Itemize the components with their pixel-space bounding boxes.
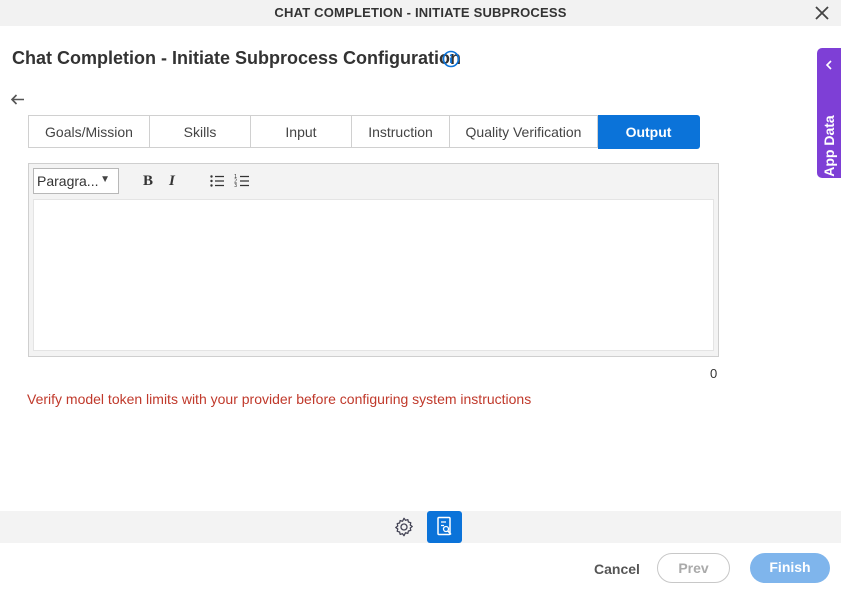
svg-text:3: 3 [234,183,237,189]
tab-input[interactable]: Input [251,115,352,148]
gear-icon[interactable] [393,516,415,538]
character-count: 0 [710,366,718,381]
page-title: Chat Completion - Initiate Subprocess Co… [12,48,462,68]
numbered-list-icon[interactable]: 1 2 3 [234,173,250,189]
finish-button[interactable]: Finish [750,553,830,583]
tab-output[interactable]: Output [598,115,700,149]
app-data-panel-toggle[interactable]: App Data [817,48,841,178]
title-bar: CHAT COMPLETION - INITIATE SUBPROCESS [0,0,841,26]
token-limit-warning: Verify model token limits with your prov… [27,391,532,407]
prev-button[interactable]: Prev [657,553,730,583]
window-title: CHAT COMPLETION - INITIATE SUBPROCESS [274,5,567,20]
editor-toolbar: Paragra... ▼ B I 1 2 3 [29,164,718,197]
paragraph-format-select[interactable]: Paragra... ▼ [33,168,119,194]
tab-bar: Goals/Mission Skills Input Instruction Q… [28,115,700,149]
app-data-label: App Data [821,115,837,177]
document-view-icon [437,516,452,536]
chevron-left-icon [825,60,832,70]
rich-text-editor: Paragra... ▼ B I 1 2 3 [28,163,719,357]
dropdown-arrow-icon: ▼ [100,174,110,185]
paragraph-format-value: Paragra... [37,173,99,189]
italic-button[interactable]: I [169,173,185,189]
tab-goals-mission[interactable]: Goals/Mission [28,115,150,148]
close-icon[interactable] [813,4,831,22]
document-view-button[interactable] [427,511,462,543]
bold-button[interactable]: B [143,173,159,189]
footer-toolbar [0,511,841,543]
tab-instruction[interactable]: Instruction [352,115,450,148]
editor-content-area[interactable] [33,199,714,351]
tab-quality-verification[interactable]: Quality Verification [450,115,598,148]
cancel-button[interactable]: Cancel [594,561,640,577]
bulleted-list-icon[interactable] [209,173,225,189]
info-icon[interactable] [442,50,460,68]
tab-skills[interactable]: Skills [150,115,251,148]
back-arrow-icon[interactable] [9,92,26,107]
